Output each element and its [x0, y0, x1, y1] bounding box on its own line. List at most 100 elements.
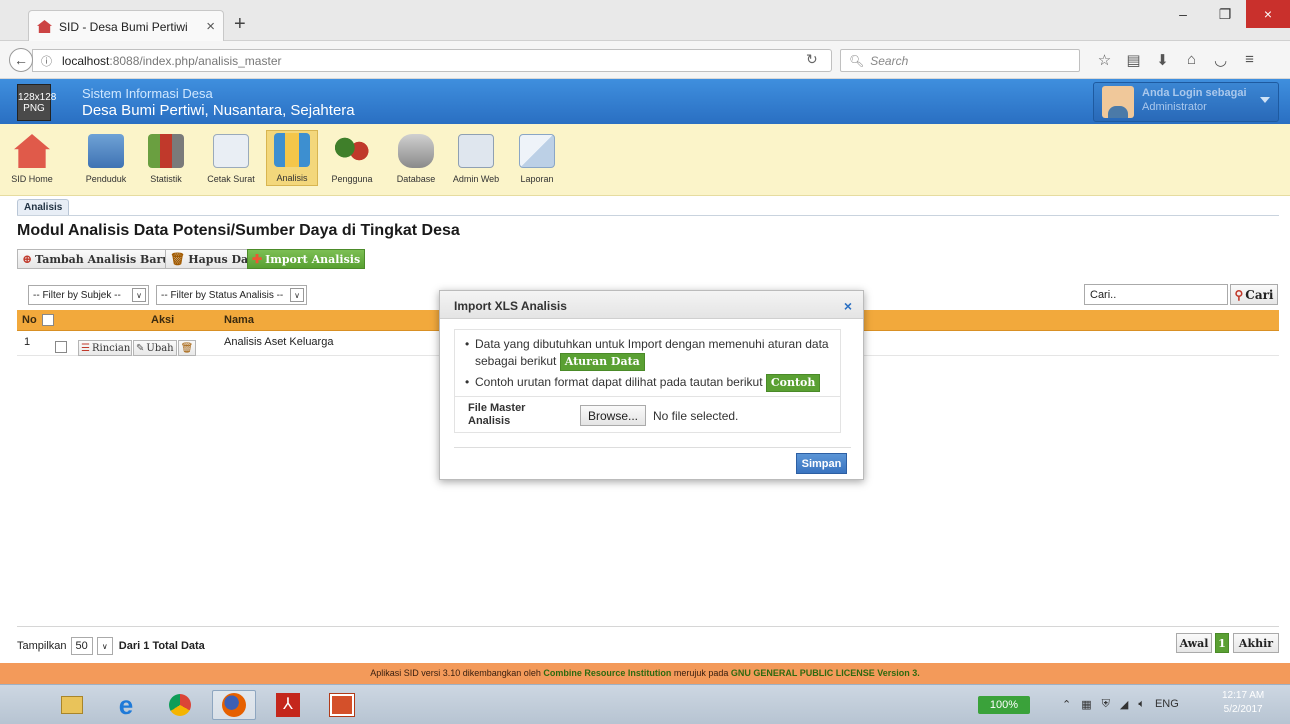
footer-text-2: merujuk pada [671, 668, 731, 678]
plus-circle-icon: ⊕ [22, 252, 33, 266]
toolbar-label: Statistik [150, 174, 182, 184]
edit-button[interactable]: ✎ Ubah [133, 340, 177, 356]
example-button[interactable]: Contoh [765, 374, 821, 392]
data-rules-button[interactable]: Aturan Data [559, 353, 645, 371]
user-menu[interactable]: Anda Login sebagai Administrator [1093, 82, 1279, 122]
edit-icon: ✎ [136, 342, 145, 354]
footer-text: Aplikasi SID versi 3.10 dikembangkan ole… [370, 668, 544, 678]
search-button-label: Cari [1245, 287, 1274, 302]
battery-indicator[interactable]: 100% [978, 696, 1030, 714]
row-checkbox[interactable] [55, 341, 67, 353]
toolbar-item-home[interactable]: SID Home [6, 130, 58, 186]
acrobat-icon[interactable]: ⅄ [266, 690, 310, 720]
volume-icon[interactable]: 🔈︎ [1138, 698, 1145, 711]
toolbar-item-cetak-surat[interactable]: Cetak Surat [205, 130, 257, 186]
home-icon[interactable]: ⌂ [1177, 51, 1206, 69]
internet-explorer-icon[interactable]: e [104, 690, 148, 720]
search-icon: ⚲ [1234, 287, 1244, 302]
browse-button[interactable]: Browse... [580, 405, 647, 426]
toolbar-label: Cetak Surat [207, 174, 255, 184]
home-favicon-icon [37, 20, 52, 33]
plus-icon: ✚ [252, 252, 263, 266]
page-size-select[interactable]: 50 [70, 637, 93, 655]
row-name: Analisis Aset Keluarga [224, 336, 334, 348]
filter-subject-select[interactable]: -- Filter by Subjek -- ∨ [28, 285, 149, 305]
chevron-up-icon[interactable]: ⌃ [1062, 698, 1071, 711]
toolbar-item-laporan[interactable]: Laporan [511, 130, 563, 186]
example-note-text: Contoh urutan format dapat dilihat pada … [475, 375, 763, 389]
minimize-button[interactable]: – [1162, 0, 1204, 28]
analysis-icon [274, 133, 310, 167]
wifi-icon[interactable]: ◢ [1120, 698, 1128, 711]
browser-tab[interactable]: SID - Desa Bumi Pertiwi × [28, 10, 224, 42]
file-explorer-icon[interactable] [50, 690, 94, 720]
pocket-icon[interactable]: ◡ [1206, 51, 1235, 69]
save-button[interactable]: Simpan [796, 453, 847, 474]
select-all-checkbox[interactable] [42, 314, 54, 326]
database-icon [398, 134, 434, 168]
edit-label: Ubah [146, 342, 174, 354]
window-controls: – ❐ × [1162, 0, 1290, 30]
back-arrow-icon[interactable]: ← [9, 48, 33, 72]
login-label: Anda Login sebagai [1142, 87, 1247, 99]
current-page-button[interactable]: 1 [1215, 633, 1229, 653]
toolbar-item-pengguna[interactable]: Pengguna [326, 130, 378, 186]
close-icon[interactable]: × [841, 299, 855, 313]
users-icon [334, 134, 370, 168]
add-analysis-button[interactable]: ⊕ Tambah Analisis Baru [17, 249, 176, 269]
toolbar-item-statistik[interactable]: Statistik [140, 130, 192, 186]
url-bar[interactable]: ⓘ localhost :8088/index.php/analisis_mas… [32, 49, 832, 72]
browser-nav-bar: ⓘ localhost :8088/index.php/analisis_mas… [0, 41, 1290, 79]
import-dialog: Import XLS Analisis × Data yang dibutuhk… [439, 290, 864, 480]
chevron-down-icon[interactable]: ∨ [96, 637, 113, 655]
app-footer: Aplikasi SID versi 3.10 dikembangkan ole… [0, 663, 1290, 684]
chrome-icon[interactable] [158, 690, 202, 720]
bookmark-star-icon[interactable]: ☆ [1090, 51, 1119, 69]
clock[interactable]: 12:17 AM 5/2/2017 [1222, 689, 1264, 717]
network-icon[interactable]: ▦ [1081, 698, 1091, 711]
reading-list-icon[interactable]: ▤ [1119, 51, 1148, 69]
browser-search-input[interactable]: 🔍︎ Search [840, 49, 1080, 72]
footer-license-link[interactable]: GNU GENERAL PUBLIC LICENSE Version 3. [731, 668, 920, 678]
of-label: Dari [118, 640, 141, 652]
footer-org-link[interactable]: Combine Resource Institution [543, 668, 671, 678]
maximize-button[interactable]: ❐ [1204, 0, 1246, 28]
search-button[interactable]: ⚲ Cari [1230, 284, 1278, 305]
site-title: Sistem Informasi Desa [82, 86, 213, 101]
clock-date: 5/2/2017 [1223, 704, 1263, 715]
filter-status-select[interactable]: -- Filter by Status Analisis -- ∨ [156, 285, 307, 305]
add-analysis-label: Tambah Analisis Baru [35, 252, 171, 266]
firefox-icon[interactable] [212, 690, 256, 720]
window-close-button[interactable]: × [1246, 0, 1290, 28]
security-icon[interactable]: ⛨ [1102, 698, 1110, 711]
last-page-button[interactable]: Akhir [1233, 633, 1279, 653]
reload-icon[interactable]: ↻ [806, 51, 818, 68]
toolbar-item-analisis[interactable]: Analisis [266, 130, 318, 186]
toolbar-item-database[interactable]: Database [390, 130, 442, 186]
first-page-button[interactable]: Awal [1176, 633, 1212, 653]
delete-row-button[interactable]: 🗑︎ [178, 340, 196, 356]
rule-note-text: Data yang dibutuhkan untuk Import dengan… [475, 337, 829, 368]
tab-analisis[interactable]: Analisis [17, 199, 70, 216]
presentation-app-icon[interactable] [320, 690, 364, 720]
toolbar-label: Analisis [276, 173, 308, 183]
clock-time: 12:17 AM [1222, 690, 1265, 701]
tab-close-button[interactable]: × [206, 18, 215, 35]
login-role: Administrator [1142, 101, 1207, 113]
detail-button[interactable]: ☰ Rincian [78, 340, 132, 356]
trash-icon: 🗑︎ [170, 252, 186, 266]
info-icon[interactable]: ⓘ [41, 53, 52, 69]
home-icon [14, 134, 50, 168]
download-icon[interactable]: ⬇ [1148, 51, 1177, 69]
toolbar-item-admin-web[interactable]: Admin Web [450, 130, 502, 186]
toolbar-item-penduduk[interactable]: Penduduk [80, 130, 132, 186]
new-tab-button[interactable]: + [234, 14, 246, 34]
chevron-down-icon: ∨ [290, 288, 304, 302]
search-input[interactable]: Cari.. [1084, 284, 1228, 305]
import-analysis-button[interactable]: ✚ Import Analisis [247, 249, 366, 269]
rule-note: Data yang dibutuhkan untuk Import dengan… [465, 336, 835, 371]
menu-icon[interactable]: ≡ [1235, 51, 1264, 69]
language-indicator[interactable]: ENG [1155, 698, 1179, 711]
row-number: 1 [24, 336, 31, 348]
toolbar-label: Database [396, 174, 436, 184]
